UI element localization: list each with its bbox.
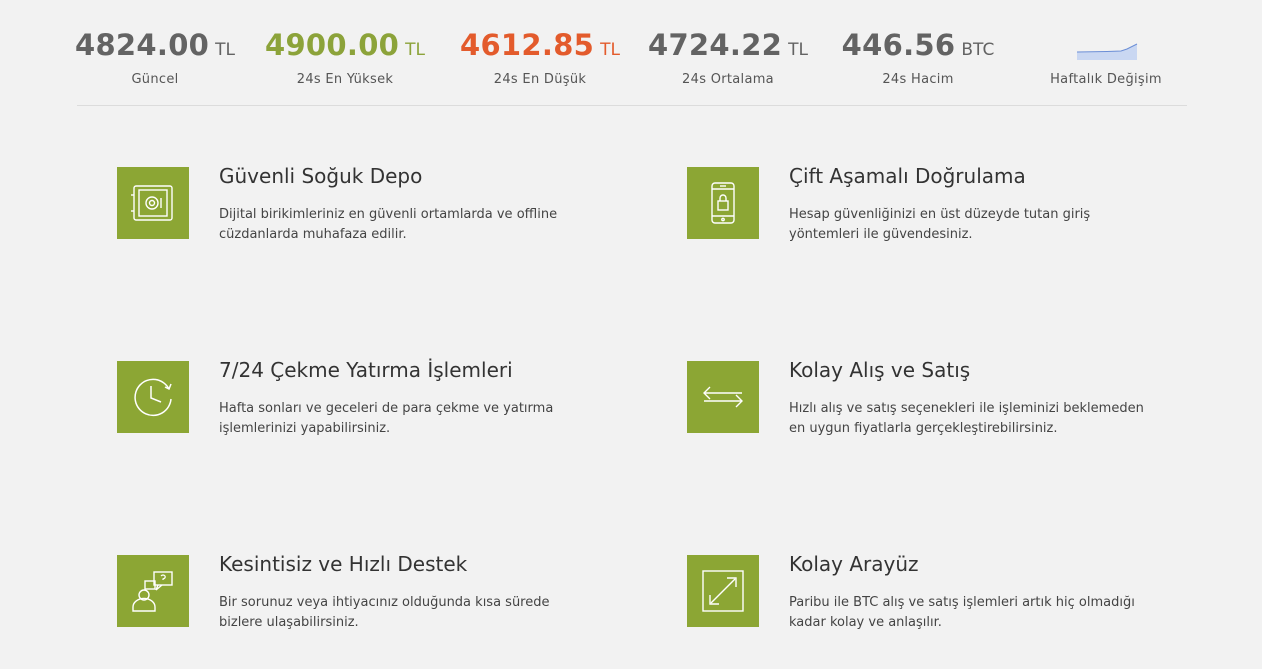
exchange-arrows-icon [687,361,759,433]
stat-unit: TL [600,40,621,60]
stat-label: Haftalık Değişim [1050,72,1162,87]
phone-lock-icon [687,167,759,239]
feature-title: Kolay Arayüz [789,552,919,576]
feature-title: Çift Aşamalı Doğrulama [789,164,1026,188]
stat-value: 4612.85 [459,28,595,62]
stat-current: 4824.00 TL Güncel [65,28,245,87]
stat-value: 446.56 [841,28,956,62]
feature-description: Hesap güvenliğinizi en üst düzeyde tutan… [789,207,1091,242]
feature-title: 7/24 Çekme Yatırma İşlemleri [219,358,513,382]
weekly-change-sparkline [1077,43,1138,60]
feature-title: Kolay Alış ve Satış [789,358,971,382]
feature-description: Hızlı alış ve satış seçenekleri ile işle… [789,401,1144,436]
stat-unit: TL [215,40,236,60]
feature-description: Paribu ile BTC alış ve satış işlemleri a… [789,595,1135,630]
stat-label: 24s En Yüksek [296,72,394,87]
stat-label: Güncel [131,72,179,87]
feature-title: Kesintisiz ve Hızlı Destek [219,552,468,576]
stat-24h-average: 4724.22 TL 24s Ortalama [638,28,818,87]
stat-value: 4900.00 [264,28,400,62]
feature-title: Güvenli Soğuk Depo [219,164,423,188]
stat-unit: TL [405,40,426,60]
stat-24h-low: 4612.85 TL 24s En Düşük [450,28,630,87]
stat-label: 24s Hacim [882,72,954,87]
feature-description: Hafta sonları ve geceleri de para çekme … [219,401,554,436]
clock-icon [117,361,189,433]
support-icon [117,555,189,627]
market-stats-bar: 4824.00 TL Güncel 4900.00 TL 24s En Yüksek… [75,0,1187,106]
expand-icon [687,555,759,627]
stat-value: 4824.00 [74,28,210,62]
feature-description: Bir sorunuz veya ihtiyacınız olduğunda k… [219,595,550,630]
stat-24h-high: 4900.00 TL 24s En Yüksek [255,28,435,87]
safe-icon [117,167,189,239]
feature-description: Dijital birikimleriniz en güvenli ortaml… [219,207,558,242]
stat-unit: BTC [961,40,995,60]
stat-label: 24s En Düşük [493,72,587,87]
stat-24h-volume: 446.56 BTC 24s Hacim [828,28,1008,87]
stat-unit: TL [788,40,809,60]
stat-value: 4724.22 [647,28,783,62]
stat-label: 24s Ortalama [682,72,774,87]
